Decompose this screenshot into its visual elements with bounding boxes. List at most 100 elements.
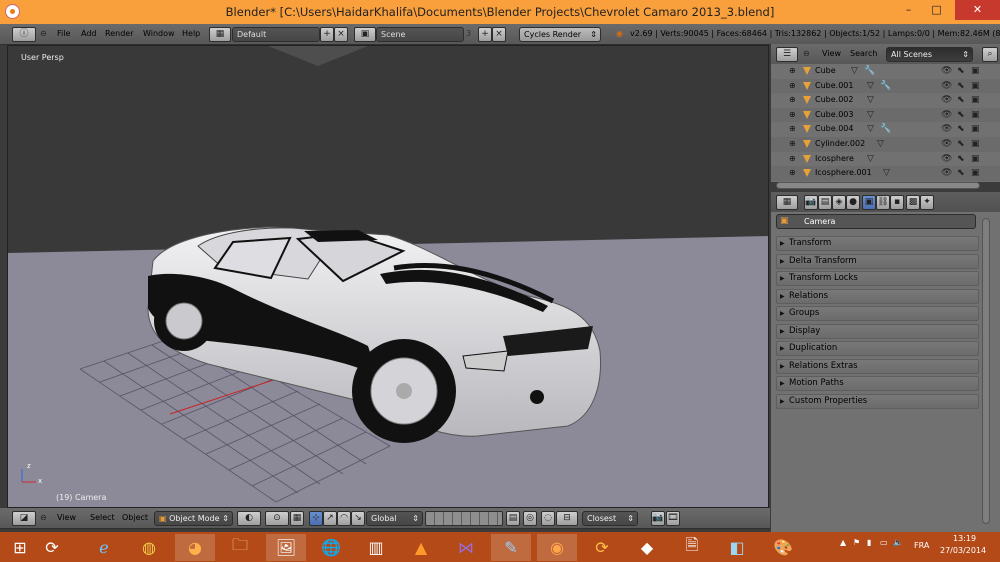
maximize-button[interactable]: □ [923, 0, 950, 20]
layout-browse-icon[interactable]: ▦ [209, 27, 231, 42]
battery-icon[interactable]: ▭ [880, 538, 888, 547]
outliner-item-name[interactable]: Cube.002 [815, 95, 853, 104]
menu-object[interactable]: Object [122, 513, 148, 522]
minimize-button[interactable]: – [895, 0, 922, 20]
expand-icon[interactable]: ⊕ [789, 66, 796, 75]
eye-icon[interactable]: 👁 [941, 66, 952, 76]
menu-search[interactable]: Search [850, 49, 877, 58]
expand-icon[interactable]: ⊕ [789, 124, 796, 133]
render-engine-select[interactable]: Cycles Render ⇕ [519, 27, 601, 42]
render-camera-icon[interactable]: ▣ [971, 81, 980, 91]
manipulator-toggle-icon[interactable]: ⊹ [309, 511, 323, 526]
outliner-row[interactable]: ⊕ Cube.002 ▽ 👁 ⬉ ▣ [771, 93, 1000, 108]
menu-window[interactable]: Window [143, 29, 175, 38]
collapse-menus-icon[interactable]: ⊖ [40, 513, 47, 522]
panel-display[interactable]: Display [776, 323, 979, 339]
winrar-icon[interactable]: ▥ [356, 534, 396, 561]
document-app-icon[interactable]: 🗎 [672, 534, 712, 561]
outliner-item-name[interactable]: Cube.003 [815, 110, 853, 119]
scene-browse-icon[interactable]: ▣ [354, 27, 376, 42]
viewport-shading-icon[interactable]: ◐ [237, 511, 261, 526]
cursor-select-icon[interactable]: ⬉ [957, 95, 965, 105]
cursor-select-icon[interactable]: ⬉ [957, 154, 965, 164]
cursor-select-icon[interactable]: ⬉ [957, 124, 965, 134]
editor-type-properties-icon[interactable]: ▦ [776, 195, 798, 210]
outliner-row[interactable]: ⊕ Icosphere.001 ▽ 👁 ⬉ ▣ [771, 166, 1000, 181]
panel-transform-locks[interactable]: Transform Locks [776, 271, 979, 286]
collapse-menus-icon[interactable]: ⊖ [803, 49, 810, 58]
render-camera-icon[interactable]: ▣ [971, 110, 980, 120]
globe-app-icon[interactable]: 🌐 [311, 534, 351, 561]
panel-transform[interactable]: Transform [776, 236, 979, 251]
layout-add-button[interactable]: + [320, 27, 334, 42]
editor-type-info-icon[interactable]: ⓘ [12, 27, 36, 42]
snap-element-icon[interactable]: ⊟ [556, 511, 578, 526]
cursor-select-icon[interactable]: ⬉ [957, 110, 965, 120]
cursor-select-icon[interactable]: ⬉ [957, 81, 965, 91]
outliner-row[interactable]: ⊕ Cube.003 ▽ 👁 ⬉ ▣ [771, 107, 1000, 123]
particles-tab-icon[interactable]: ✦ [920, 195, 934, 210]
outliner-row[interactable]: ⊕ Cube.001 ▽ 🔧 👁 ⬉ ▣ [771, 78, 1000, 94]
render-camera-icon[interactable]: ▣ [971, 95, 980, 105]
translate-manipulator-icon[interactable]: ↗ [323, 511, 337, 526]
data-tab-icon[interactable]: ▪ [890, 195, 904, 210]
snap-target-select[interactable]: Closest ⇕ [582, 511, 638, 526]
cursor-select-icon[interactable]: ⬉ [957, 139, 965, 149]
update-app-icon[interactable]: ⟳ [582, 534, 622, 561]
box-app-icon[interactable]: ◧ [717, 534, 757, 561]
scale-manipulator-icon[interactable]: ↘ [351, 511, 365, 526]
cursor-select-icon[interactable]: ⬉ [957, 66, 965, 76]
expand-icon[interactable]: ⊕ [789, 168, 796, 177]
firefox-icon[interactable]: ◕ [175, 534, 215, 561]
outliner-item-name[interactable]: Cube.004 [815, 124, 853, 133]
layer-buttons[interactable] [425, 511, 503, 526]
eye-icon[interactable]: 👁 [941, 124, 952, 134]
opengl-render-icon[interactable]: 📷 [651, 511, 665, 526]
3d-viewport[interactable]: User Persp (19) Camera z x [7, 45, 769, 508]
search-icon[interactable]: ⌕ [982, 47, 998, 62]
transform-orientation-select[interactable]: Global ⇕ [366, 511, 423, 526]
outliner-item-name[interactable]: Cube [815, 66, 836, 75]
eye-icon[interactable]: 👁 [941, 168, 952, 178]
outliner-row[interactable]: ⊕ Cylinder.002 ▽ 👁 ⬉ ▣ [771, 137, 1000, 152]
render-camera-icon[interactable]: ▣ [971, 154, 980, 164]
scene-tab-icon[interactable]: ◈ [832, 195, 846, 210]
properties-scrollbar[interactable] [982, 218, 990, 524]
menu-view[interactable]: View [822, 49, 841, 58]
menu-add[interactable]: Add [81, 29, 97, 38]
outliner-item-name[interactable]: Icosphere [815, 154, 854, 163]
clock-time[interactable]: 13:19 [953, 534, 976, 543]
visual-studio-icon[interactable]: ⋈ [446, 534, 486, 561]
paint-app-icon[interactable]: 🎨 [763, 534, 803, 561]
scene-add-button[interactable]: + [478, 27, 492, 42]
menu-help[interactable]: Help [182, 29, 200, 38]
proportional-editing-icon[interactable]: ◎ [523, 511, 537, 526]
clock-date[interactable]: 27/03/2014 [940, 546, 986, 555]
editor-app-icon[interactable]: ✎ [491, 534, 531, 561]
display-mode-select[interactable]: All Scenes ⇕ [886, 47, 973, 62]
outliner-row[interactable]: ⊕ Icosphere ▽ 👁 ⬉ ▣ [771, 152, 1000, 167]
interaction-mode-select[interactable]: ▣ Object Mode ⇕ [154, 511, 233, 526]
expand-icon[interactable]: ⊕ [789, 81, 796, 90]
snap-toggle-icon[interactable]: ◌ [541, 511, 555, 526]
eye-icon[interactable]: 👁 [941, 95, 952, 105]
close-button[interactable]: ✕ [955, 0, 1000, 20]
menu-view[interactable]: View [57, 513, 76, 522]
expand-icon[interactable]: ⊕ [789, 110, 796, 119]
object-tab-icon[interactable]: ▣ [862, 195, 876, 210]
layout-name-field[interactable]: Default [232, 27, 320, 42]
panel-relations-extras[interactable]: Relations Extras [776, 358, 979, 374]
restart-app-icon[interactable]: ⟳ [32, 534, 72, 561]
editor-type-outliner-icon[interactable]: ☰ [776, 47, 798, 62]
expand-icon[interactable]: ⊕ [789, 139, 796, 148]
manipulator-only-origins-icon[interactable]: ▦ [290, 511, 304, 526]
render-camera-icon[interactable]: ▣ [971, 139, 980, 149]
panel-custom-properties[interactable]: Custom Properties [776, 393, 979, 409]
rotate-manipulator-icon[interactable]: ◠ [337, 511, 351, 526]
expand-icon[interactable]: ⊕ [789, 154, 796, 163]
pivot-point-icon[interactable]: ⊙ [265, 511, 289, 526]
chrome-icon[interactable]: ◍ [129, 534, 169, 561]
file-explorer-icon[interactable]: 🗀 [220, 534, 260, 561]
eye-icon[interactable]: 👁 [941, 139, 952, 149]
internet-explorer-icon[interactable]: ℯ [84, 534, 124, 561]
